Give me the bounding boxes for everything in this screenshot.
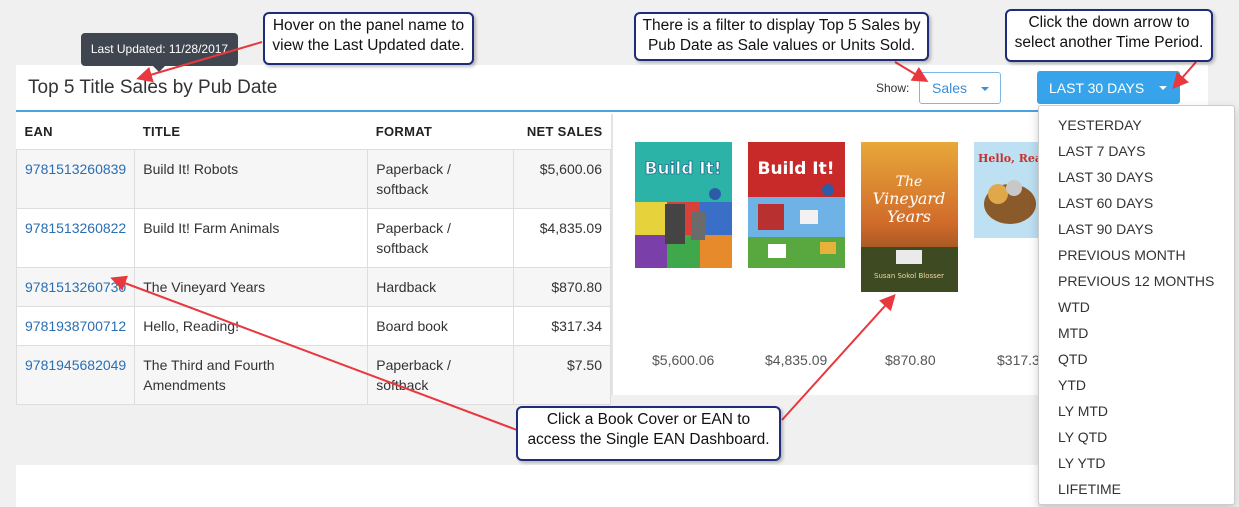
panel-header: Top 5 Title Sales by Pub Date Show: Sale… (16, 65, 1208, 112)
book-cover-vineyard-years[interactable]: The Vineyard Years Susan Sokol Blosser (861, 142, 958, 292)
title-cell: The Vineyard Years (134, 267, 369, 307)
format-cell: Paperback / softback (367, 208, 515, 268)
tooltip-arrow (153, 66, 165, 72)
dropdown-option-ly-mtd[interactable]: LY MTD (1039, 398, 1234, 424)
svg-text:Hello, Rea: Hello, Rea (978, 152, 1038, 165)
dropdown-option-ly-qtd[interactable]: LY QTD (1039, 424, 1234, 450)
ean-link[interactable]: 9781513260839 (15, 149, 136, 209)
format-cell: Hardback (367, 267, 515, 307)
dropdown-option-last-30-days[interactable]: LAST 30 DAYS (1039, 164, 1234, 190)
book-cover-build-it-robots[interactable]: Build It! (635, 142, 732, 268)
title-cell: Hello, Reading! (134, 306, 369, 346)
table-row: 9781945682049 The Third and Fourth Amend… (15, 345, 611, 405)
dropdown-option-previous-12-months[interactable]: PREVIOUS 12 MONTHS (1039, 268, 1234, 294)
title-cell: The Third and Fourth Amendments (134, 345, 369, 405)
dropdown-option-ly-ytd[interactable]: LY YTD (1039, 450, 1234, 476)
column-header-format[interactable]: FORMAT (367, 114, 514, 150)
callout-cover: Click a Book Cover or EAN to access the … (516, 406, 781, 461)
chevron-down-icon (981, 87, 989, 91)
dropdown-option-previous-month[interactable]: PREVIOUS MONTH (1039, 242, 1234, 268)
column-header-ean[interactable]: EAN (16, 114, 135, 150)
dropdown-option-last-7-days[interactable]: LAST 7 DAYS (1039, 138, 1234, 164)
format-cell: Paperback / softback (367, 149, 515, 209)
callout-period: Click the down arrow to select another T… (1005, 9, 1213, 62)
cover-price: $4,835.09 (765, 352, 828, 368)
dropdown-option-last-90-days[interactable]: LAST 90 DAYS (1039, 216, 1234, 242)
title-cell: Build It! Robots (134, 149, 369, 209)
column-header-net-sales[interactable]: NET SALES (513, 114, 611, 150)
net-sales-cell: $870.80 (513, 267, 611, 307)
svg-text:Susan Sokol Blosser: Susan Sokol Blosser (874, 272, 944, 280)
svg-text:Build It!: Build It! (757, 159, 834, 179)
dropdown-option-last-60-days[interactable]: LAST 60 DAYS (1039, 190, 1234, 216)
svg-text:Vineyard: Vineyard (873, 189, 946, 208)
sales-table: EAN TITLE FORMAT NET SALES 9781513260839… (15, 114, 611, 405)
time-period-label: LAST 30 DAYS (1049, 80, 1145, 96)
ean-link[interactable]: 9781945682049 (15, 345, 136, 405)
dropdown-option-wtd[interactable]: WTD (1039, 294, 1234, 320)
time-period-button[interactable]: LAST 30 DAYS (1037, 71, 1180, 104)
dropdown-option-ytd[interactable]: YTD (1039, 372, 1234, 398)
time-period-dropdown: YESTERDAY LAST 7 DAYS LAST 30 DAYS LAST … (1038, 105, 1235, 505)
cover-price: $5,600.06 (652, 352, 715, 368)
book-cover-hello-reading[interactable]: Hello, Rea (974, 142, 1038, 238)
table-row: 9781513260839 Build It! Robots Paperback… (15, 149, 611, 209)
show-label: Show: (876, 81, 910, 95)
net-sales-cell: $4,835.09 (513, 208, 611, 268)
table-header-row: EAN TITLE FORMAT NET SALES (16, 114, 611, 150)
panel-title[interactable]: Top 5 Title Sales by Pub Date (28, 77, 277, 99)
svg-text:Years: Years (887, 207, 931, 226)
cover-price: $870.80 (885, 352, 936, 368)
last-updated-tooltip: Last Updated: 11/28/2017 (81, 33, 238, 66)
svg-text:The: The (896, 174, 923, 190)
chevron-down-icon[interactable] (1159, 86, 1167, 90)
net-sales-cell: $5,600.06 (513, 149, 611, 209)
measure-select[interactable]: Sales (919, 72, 1001, 104)
table-divider (611, 114, 613, 395)
lower-panel (16, 465, 1038, 507)
ean-link[interactable]: 9781513260822 (15, 208, 136, 268)
net-sales-cell: $317.34 (513, 306, 611, 346)
measure-select-value: Sales (932, 80, 968, 96)
book-cover-build-it-farm[interactable]: Build It! (748, 142, 845, 268)
cover-price: $317.3 (997, 352, 1040, 368)
ean-link[interactable]: 9781938700712 (15, 306, 136, 346)
format-cell: Paperback / softback (367, 345, 515, 405)
format-cell: Board book (367, 306, 515, 346)
dropdown-option-mtd[interactable]: MTD (1039, 320, 1234, 346)
title-cell: Build It! Farm Animals (134, 208, 369, 268)
callout-hover: Hover on the panel name to view the Last… (263, 12, 474, 65)
table-row: 9781513260822 Build It! Farm Animals Pap… (15, 208, 611, 268)
column-header-title[interactable]: TITLE (134, 114, 368, 150)
table-row: 9781513260730 The Vineyard Years Hardbac… (15, 267, 611, 307)
dropdown-option-qtd[interactable]: QTD (1039, 346, 1234, 372)
svg-text:Build It!: Build It! (644, 159, 721, 179)
table-row: 9781938700712 Hello, Reading! Board book… (15, 306, 611, 346)
callout-filter: There is a filter to display Top 5 Sales… (634, 12, 929, 61)
net-sales-cell: $7.50 (513, 345, 611, 405)
dropdown-option-yesterday[interactable]: YESTERDAY (1039, 112, 1234, 138)
dropdown-option-lifetime[interactable]: LIFETIME (1039, 476, 1234, 502)
ean-link[interactable]: 9781513260730 (15, 267, 136, 307)
